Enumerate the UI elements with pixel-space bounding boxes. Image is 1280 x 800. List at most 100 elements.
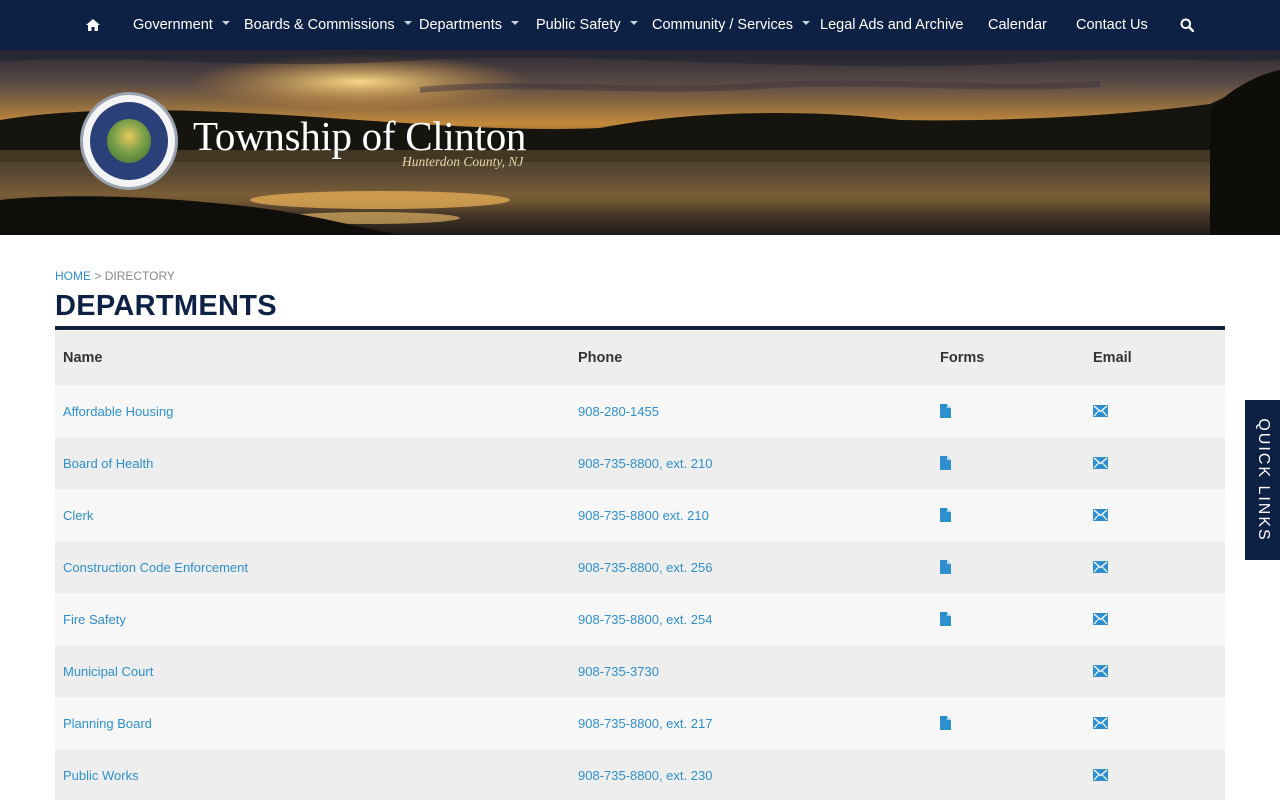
nav-item-calendar[interactable]: Calendar: [988, 0, 1047, 50]
envelope-icon[interactable]: [1093, 405, 1108, 417]
phone-link[interactable]: 908-735-8800 ext. 210: [578, 508, 709, 523]
top-navigation: Government Boards & Commissions Departme…: [0, 0, 1280, 50]
nav-label: Contact Us: [1076, 17, 1148, 33]
departments-table: Name Phone Forms Email Affordable Housin…: [55, 331, 1225, 800]
nav-label: Government: [133, 17, 213, 33]
department-name-link[interactable]: Public Works: [63, 768, 139, 783]
home-icon[interactable]: [84, 0, 102, 50]
phone-cell: 908-735-8800, ext. 254: [578, 593, 712, 645]
phone-cell: 908-735-8800, ext. 210: [578, 437, 712, 489]
table-header-row: Name Phone Forms Email: [55, 331, 1225, 385]
file-icon[interactable]: [940, 456, 951, 470]
envelope-icon[interactable]: [1093, 613, 1108, 625]
department-name-link[interactable]: Fire Safety: [63, 612, 126, 627]
table-row: Planning Board 908-735-8800, ext. 217: [55, 697, 1225, 749]
envelope-icon[interactable]: [1093, 509, 1108, 521]
seal-inner-ring: [90, 102, 168, 180]
township-seal-logo[interactable]: [80, 92, 178, 190]
department-name-link[interactable]: Board of Health: [63, 456, 153, 471]
nav-item-contact-us[interactable]: Contact Us: [1076, 0, 1148, 50]
table-row: Affordable Housing 908-280-1455: [55, 385, 1225, 437]
email-cell: [1093, 645, 1108, 697]
nav-item-community-services[interactable]: Community / Services: [652, 0, 811, 50]
table-row: Board of Health 908-735-8800, ext. 210: [55, 437, 1225, 489]
file-icon[interactable]: [940, 560, 951, 574]
email-cell: [1093, 749, 1108, 800]
department-name-link[interactable]: Clerk: [63, 508, 93, 523]
table-body: Affordable Housing 908-280-1455 Board of H…: [55, 385, 1225, 800]
phone-link[interactable]: 908-735-8800, ext. 217: [578, 716, 712, 731]
department-name-cell: Planning Board: [63, 697, 152, 749]
email-cell: [1093, 697, 1108, 749]
envelope-icon[interactable]: [1093, 717, 1108, 729]
site-subtitle: Hunterdon County, NJ: [402, 154, 524, 169]
phone-link[interactable]: 908-735-8800, ext. 256: [578, 560, 712, 575]
phone-cell: 908-735-8800, ext. 230: [578, 749, 712, 800]
forms-cell: [940, 385, 951, 437]
nav-label: Boards & Commissions: [244, 17, 395, 33]
department-name-cell: Public Works: [63, 749, 139, 800]
department-name-cell: Municipal Court: [63, 645, 153, 697]
nav-item-boards-commissions[interactable]: Boards & Commissions: [244, 0, 412, 50]
table-row: Clerk 908-735-8800 ext. 210: [55, 489, 1225, 541]
phone-cell: 908-735-8800, ext. 217: [578, 697, 712, 749]
nav-item-public-safety[interactable]: Public Safety: [536, 0, 638, 50]
sunset-lake-image: [0, 50, 1280, 235]
breadcrumb-current: DIRECTORY: [104, 269, 175, 283]
phone-link[interactable]: 908-280-1455: [578, 404, 659, 419]
forms-cell: [940, 541, 951, 593]
chevron-down-icon: [221, 21, 230, 26]
email-cell: [1093, 385, 1108, 437]
chevron-down-icon: [511, 21, 520, 26]
hero-banner: Township of Clinton Hunterdon County, NJ: [0, 50, 1280, 235]
seal-emblem: [107, 119, 151, 163]
phone-link[interactable]: 908-735-8800, ext. 230: [578, 768, 712, 783]
chevron-down-icon: [629, 21, 638, 26]
column-header-phone: Phone: [578, 350, 623, 366]
quick-links-tab[interactable]: QUICK LINKS: [1245, 400, 1280, 560]
phone-cell: 908-735-3730: [578, 645, 659, 697]
quick-links-label: QUICK LINKS: [1254, 418, 1272, 542]
email-cell: [1093, 489, 1108, 541]
table-row: Construction Code Enforcement 908-735-880…: [55, 541, 1225, 593]
breadcrumb-home-link[interactable]: HOME: [55, 269, 91, 283]
table-row: Municipal Court 908-735-3730: [55, 645, 1225, 697]
envelope-icon[interactable]: [1093, 561, 1108, 573]
department-name-link[interactable]: Affordable Housing: [63, 404, 173, 419]
nav-label: Calendar: [988, 17, 1047, 33]
table-row: Fire Safety 908-735-8800, ext. 254: [55, 593, 1225, 645]
phone-link[interactable]: 908-735-3730: [578, 664, 659, 679]
phone-link[interactable]: 908-735-8800, ext. 210: [578, 456, 712, 471]
department-name-link[interactable]: Construction Code Enforcement: [63, 560, 248, 575]
phone-cell: 908-735-8800, ext. 256: [578, 541, 712, 593]
envelope-icon[interactable]: [1093, 665, 1108, 677]
envelope-icon[interactable]: [1093, 457, 1108, 469]
email-cell: [1093, 437, 1108, 489]
department-name-link[interactable]: Municipal Court: [63, 664, 153, 679]
file-icon[interactable]: [940, 404, 951, 418]
phone-link[interactable]: 908-735-8800, ext. 254: [578, 612, 712, 627]
nav-item-government[interactable]: Government: [133, 0, 230, 50]
nav-label: Legal Ads and Archive: [820, 17, 964, 33]
file-icon[interactable]: [940, 716, 951, 730]
column-header-email: Email: [1093, 350, 1132, 366]
department-name-cell: Affordable Housing: [63, 385, 173, 437]
file-icon[interactable]: [940, 508, 951, 522]
envelope-icon[interactable]: [1093, 769, 1108, 781]
email-cell: [1093, 593, 1108, 645]
forms-cell: [940, 489, 951, 541]
column-header-name: Name: [63, 350, 103, 366]
forms-cell: [940, 697, 951, 749]
site-title[interactable]: Township of Clinton: [193, 112, 526, 160]
phone-cell: 908-280-1455: [578, 385, 659, 437]
department-name-cell: Board of Health: [63, 437, 153, 489]
nav-label: Community / Services: [652, 17, 794, 33]
department-name-link[interactable]: Planning Board: [63, 716, 152, 731]
forms-cell: [940, 437, 951, 489]
search-icon[interactable]: [1178, 0, 1196, 50]
nav-item-departments[interactable]: Departments: [419, 0, 520, 50]
breadcrumb: HOME > DIRECTORY: [55, 269, 175, 283]
nav-item-legal-ads-archive[interactable]: Legal Ads and Archive: [820, 0, 964, 50]
forms-cell: [940, 593, 951, 645]
file-icon[interactable]: [940, 612, 951, 626]
